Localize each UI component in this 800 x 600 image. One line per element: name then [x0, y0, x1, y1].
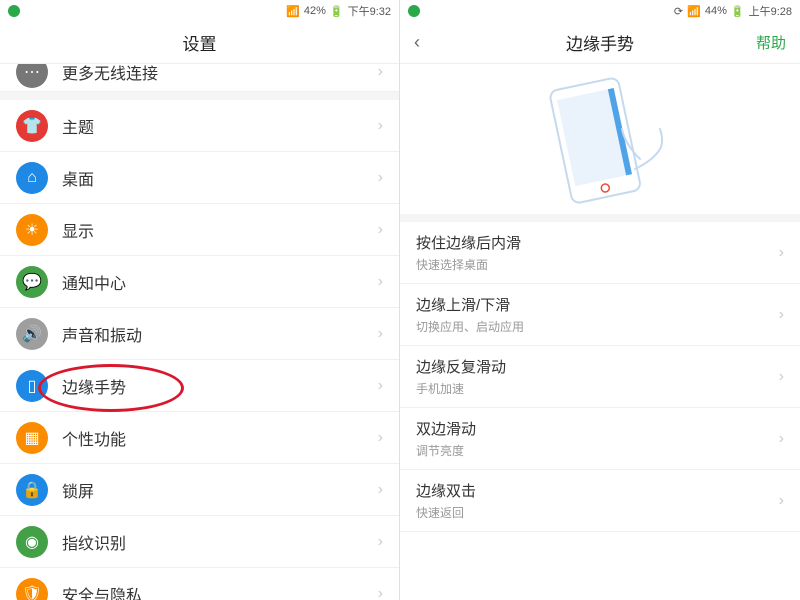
row-personality[interactable]: ▦ 个性功能 ›: [0, 412, 399, 464]
chevron-right-icon: ›: [378, 377, 383, 395]
chevron-right-icon: ›: [779, 430, 784, 448]
brightness-icon: ☀: [16, 214, 48, 246]
chevron-right-icon: ›: [378, 585, 383, 600]
sound-icon: 🔊: [16, 318, 48, 350]
chevron-right-icon: ›: [779, 306, 784, 324]
battery-percent: 44%: [705, 5, 727, 17]
row-edge-gesture[interactable]: ▯ 边缘手势 ›: [0, 360, 399, 412]
chevron-right-icon: ›: [378, 64, 383, 81]
chevron-right-icon: ›: [378, 429, 383, 447]
home-icon: ⌂: [16, 162, 48, 194]
help-button[interactable]: 帮助: [756, 32, 786, 53]
theme-icon: 👕: [16, 110, 48, 142]
row-fingerprint[interactable]: ◉ 指纹识别 ›: [0, 516, 399, 568]
personality-icon: ▦: [16, 422, 48, 454]
row-lockscreen[interactable]: 🔒 锁屏 ›: [0, 464, 399, 516]
battery-icon: 🔋: [330, 5, 344, 18]
section-gap: [400, 214, 800, 222]
gesture-slide-updown[interactable]: 边缘上滑/下滑 切换应用、启动应用 ›: [400, 284, 800, 346]
gesture-repeat-slide[interactable]: 边缘反复滑动 手机加速 ›: [400, 346, 800, 408]
gesture-illustration: [400, 64, 800, 214]
chevron-right-icon: ›: [378, 481, 383, 499]
edge-gesture-icon: ▯: [16, 370, 48, 402]
status-bar-left: 📶 42% 🔋 下午9:32: [0, 0, 399, 22]
sync-icon: ⟳: [674, 5, 683, 18]
status-bar-right: ⟳ 📶 44% 🔋 上午9:28: [400, 0, 800, 22]
title-bar-left: 设置: [0, 22, 399, 64]
status-dot-icon: [408, 5, 420, 17]
row-sound[interactable]: 🔊 声音和振动 ›: [0, 308, 399, 360]
clock: 下午9:32: [348, 3, 391, 19]
row-theme[interactable]: 👕 主题 ›: [0, 100, 399, 152]
page-title: 边缘手势: [566, 30, 634, 55]
gesture-double-tap[interactable]: 边缘双击 快速返回 ›: [400, 470, 800, 532]
battery-icon: 🔋: [731, 5, 745, 18]
back-button[interactable]: ‹: [414, 32, 420, 53]
settings-list[interactable]: ⋯ 更多无线连接 › 👕 主题 › ⌂ 桌面 › ☀ 显示 › 💬: [0, 64, 399, 600]
row-security[interactable]: 🛡 安全与隐私 ›: [0, 568, 399, 600]
page-title: 设置: [183, 30, 217, 55]
chevron-right-icon: ›: [378, 221, 383, 239]
gesture-double-edge[interactable]: 双边滑动 调节亮度 ›: [400, 408, 800, 470]
section-gap: [0, 92, 399, 100]
fingerprint-icon: ◉: [16, 526, 48, 558]
lock-icon: 🔒: [16, 474, 48, 506]
wifi-icon: 📶: [687, 5, 701, 18]
signal-icon: 📶: [286, 5, 300, 18]
chevron-right-icon: ›: [378, 117, 383, 135]
row-notification[interactable]: 💬 通知中心 ›: [0, 256, 399, 308]
chevron-right-icon: ›: [779, 492, 784, 510]
battery-percent: 42%: [304, 5, 326, 17]
gesture-hold-slide-in[interactable]: 按住边缘后内滑 快速选择桌面 ›: [400, 222, 800, 284]
status-dot-icon: [8, 5, 20, 17]
chevron-right-icon: ›: [378, 325, 383, 343]
chevron-right-icon: ›: [779, 368, 784, 386]
notification-icon: 💬: [16, 266, 48, 298]
chevron-right-icon: ›: [779, 244, 784, 262]
gesture-list[interactable]: 按住边缘后内滑 快速选择桌面 › 边缘上滑/下滑 切换应用、启动应用 › 边缘反…: [400, 222, 800, 600]
wireless-icon: ⋯: [16, 64, 48, 88]
row-more-wireless[interactable]: ⋯ 更多无线连接 ›: [0, 64, 399, 92]
shield-icon: 🛡: [16, 578, 48, 600]
title-bar-right: ‹ 边缘手势 帮助: [400, 22, 800, 64]
edge-gesture-panel: ⟳ 📶 44% 🔋 上午9:28 ‹ 边缘手势 帮助: [400, 0, 800, 600]
clock: 上午9:28: [749, 3, 792, 19]
chevron-right-icon: ›: [378, 169, 383, 187]
settings-panel: 📶 42% 🔋 下午9:32 设置 ⋯ 更多无线连接 › 👕 主题 › ⌂: [0, 0, 400, 600]
row-desktop[interactable]: ⌂ 桌面 ›: [0, 152, 399, 204]
row-display[interactable]: ☀ 显示 ›: [0, 204, 399, 256]
chevron-right-icon: ›: [378, 533, 383, 551]
chevron-right-icon: ›: [378, 273, 383, 291]
